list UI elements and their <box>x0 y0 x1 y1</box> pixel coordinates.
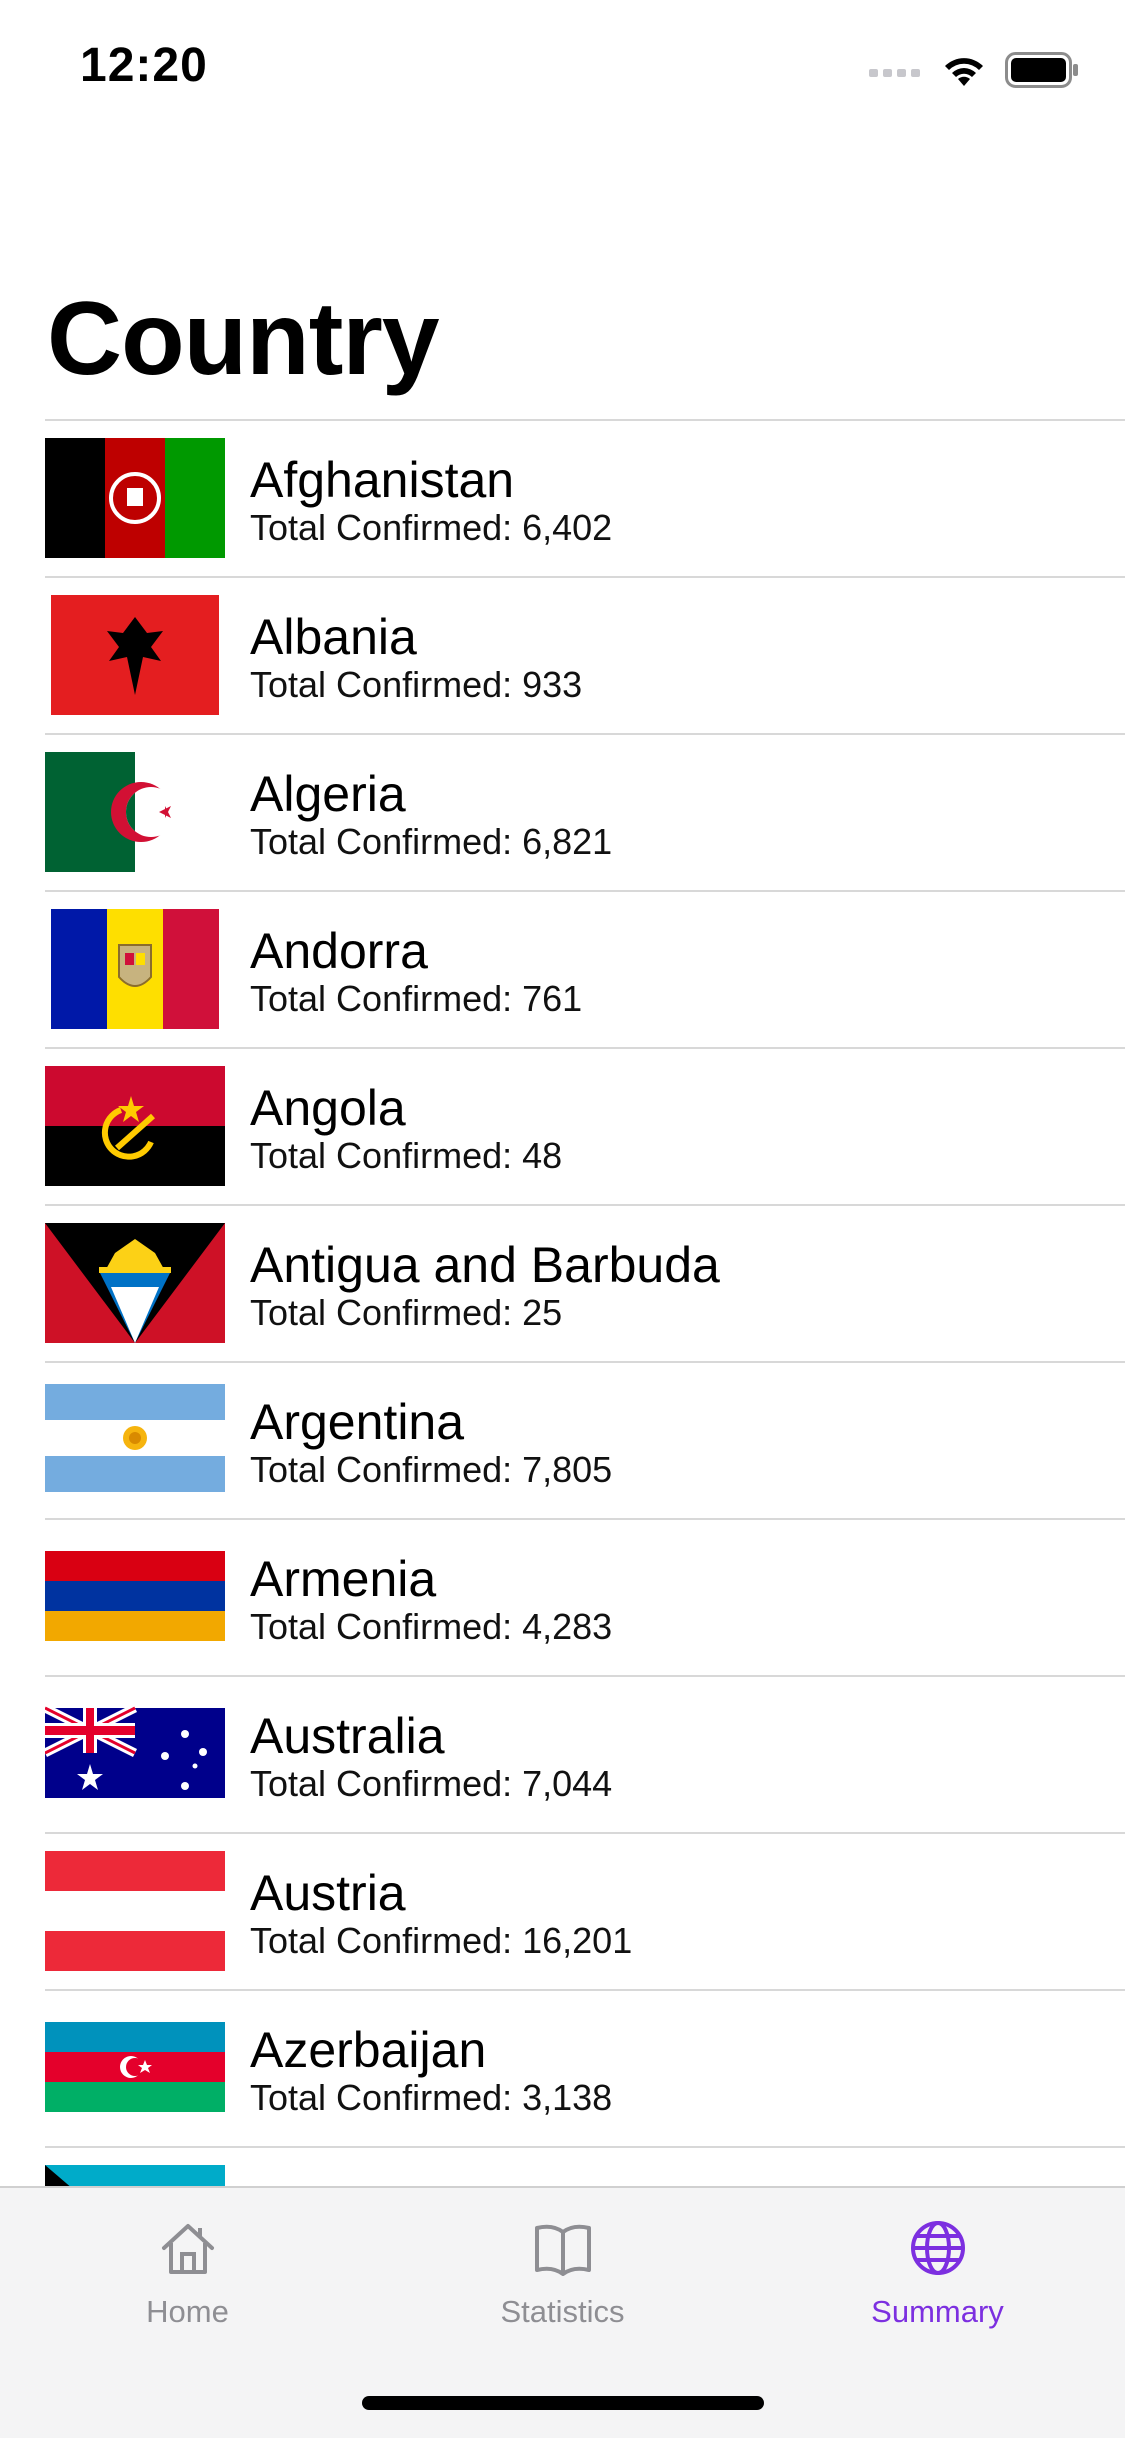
antigua-and-barbuda-flag-icon <box>45 1223 225 1343</box>
total-confirmed: Total Confirmed: 3,138 <box>250 2077 613 2118</box>
country-name: Angola <box>250 1080 406 1136</box>
total-confirmed: Total Confirmed: 6,821 <box>250 821 613 862</box>
status-time: 12:20 <box>80 39 208 92</box>
book-icon <box>534 2224 591 2276</box>
country-name: Austria <box>250 1865 406 1921</box>
country-row-algeria[interactable]: Algeria Total Confirmed: 6,821 <box>45 735 1125 892</box>
house-icon <box>161 2224 214 2274</box>
afghanistan-flag-icon <box>45 438 225 558</box>
total-confirmed: Total Confirmed: 25 <box>250 1292 563 1333</box>
total-confirmed: Total Confirmed: 761 <box>250 978 583 1019</box>
albania-flag-icon <box>45 595 225 715</box>
country-row-armenia[interactable]: Armenia Total Confirmed: 4,283 <box>45 1520 1125 1677</box>
country-name: Argentina <box>250 1394 465 1450</box>
cellular-signal-icon <box>869 69 920 77</box>
home-indicator[interactable] <box>362 2396 764 2410</box>
country-list: Afghanistan Total Confirmed: 6,402 Alban… <box>45 419 1125 2305</box>
page-title: Country <box>47 281 440 397</box>
tab-summary[interactable]: Summary <box>750 2188 1125 2368</box>
total-confirmed: Total Confirmed: 6,402 <box>250 507 613 548</box>
country-row-argentina[interactable]: Argentina Total Confirmed: 7,805 <box>45 1363 1125 1520</box>
country-name: Armenia <box>250 1551 437 1607</box>
tab-home[interactable]: Home <box>0 2188 375 2368</box>
country-row-australia[interactable]: Australia Total Confirmed: 7,044 <box>45 1677 1125 1834</box>
country-name: Antigua and Barbuda <box>250 1237 720 1293</box>
globe-icon <box>910 2221 965 2275</box>
argentina-flag-icon <box>45 1380 225 1500</box>
country-name: Australia <box>250 1708 445 1764</box>
country-row-azerbaijan[interactable]: Azerbaijan Total Confirmed: 3,138 <box>45 1991 1125 2148</box>
country-name: Afghanistan <box>250 452 515 508</box>
wifi-icon <box>945 58 983 86</box>
tab-label: Statistics <box>500 2294 625 2329</box>
battery-icon <box>1005 52 1078 88</box>
armenia-flag-icon <box>45 1537 225 1657</box>
australia-flag-icon <box>45 1694 225 1814</box>
country-name: Azerbaijan <box>250 2022 487 2078</box>
total-confirmed: Total Confirmed: 7,805 <box>250 1449 613 1490</box>
andorra-flag-icon <box>45 909 225 1029</box>
status-bar: 12:20 <box>0 0 1125 140</box>
tab-label: Summary <box>871 2294 1004 2329</box>
angola-flag-icon <box>45 1066 225 1186</box>
tab-label: Home <box>146 2294 229 2329</box>
country-row-albania[interactable]: Albania Total Confirmed: 933 <box>45 578 1125 735</box>
country-name: Algeria <box>250 766 406 822</box>
country-row-austria[interactable]: Austria Total Confirmed: 16,201 <box>45 1834 1125 1991</box>
country-row-antigua-and-barbuda[interactable]: Antigua and Barbuda Total Confirmed: 25 <box>45 1206 1125 1363</box>
tab-statistics[interactable]: Statistics <box>375 2188 750 2368</box>
status-indicators <box>869 48 1079 92</box>
total-confirmed: Total Confirmed: 7,044 <box>250 1763 613 1804</box>
total-confirmed: Total Confirmed: 16,201 <box>250 1920 633 1961</box>
austria-flag-icon <box>45 1851 225 1971</box>
country-row-angola[interactable]: Angola Total Confirmed: 48 <box>45 1049 1125 1206</box>
country-row-afghanistan[interactable]: Afghanistan Total Confirmed: 6,402 <box>45 421 1125 578</box>
algeria-flag-icon <box>45 752 225 872</box>
total-confirmed: Total Confirmed: 4,283 <box>250 1606 613 1647</box>
country-name: Albania <box>250 609 417 665</box>
country-name: Andorra <box>250 923 428 979</box>
total-confirmed: Total Confirmed: 48 <box>250 1135 563 1176</box>
azerbaijan-flag-icon <box>45 2008 225 2128</box>
total-confirmed: Total Confirmed: 933 <box>250 664 583 705</box>
country-row-andorra[interactable]: Andorra Total Confirmed: 761 <box>45 892 1125 1049</box>
